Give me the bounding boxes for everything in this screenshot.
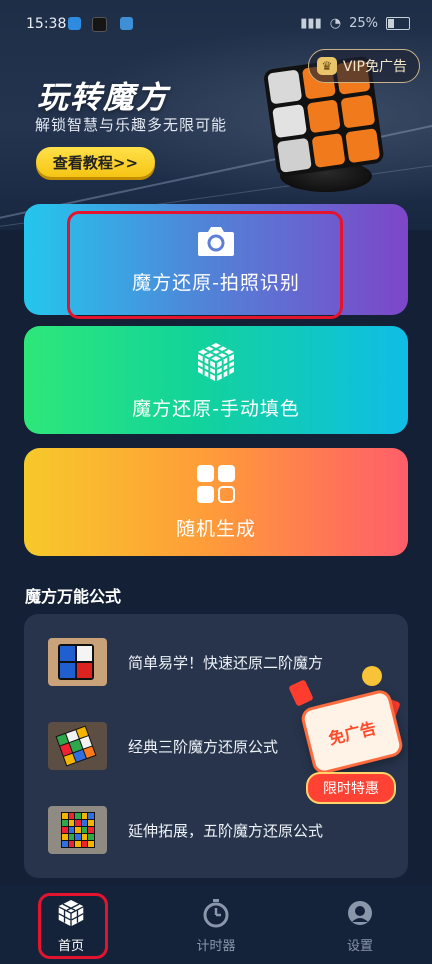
manual-fill-card[interactable]: 魔方还原-手动填色 [24,326,408,434]
coin-icon [362,666,382,686]
cube-icon [194,340,238,384]
bottom-tab-bar: 首页 计时器 设置 [0,885,432,964]
view-tutorial-button[interactable]: 查看教程>> [36,147,155,177]
crown-icon: ♛ [316,57,337,75]
settings-icon [345,898,375,928]
formula-item-label: 经典三阶魔方还原公式 [128,737,279,756]
cube-3x3-thumbnail [48,722,107,770]
formula-section-title: 魔方万能公式 [25,587,122,606]
signal-icon: ▮▮▮ [300,16,322,31]
tab-settings-label: 设置 [346,939,373,954]
hero-subtitle: 解锁智慧与乐趣多无限可能 [35,116,228,134]
red-envelope-icon [288,679,314,707]
wifi-icon: ◔ [329,16,342,31]
app-notification-icon [68,17,81,30]
manual-fill-label: 魔方还原-手动填色 [132,397,300,420]
random-generate-card[interactable]: 随机生成 [24,448,408,556]
vip-button-label: VIP免广告 [342,59,407,75]
status-indicators: ▮▮▮ ◔ 25% [300,16,410,31]
formula-item-label: 延伸拓展，五阶魔方还原公式 [128,821,324,840]
highlight-annotation [67,211,343,319]
status-time: 15:38 [26,16,67,32]
grid-icon [196,464,236,504]
app-notification-icon [120,17,133,30]
limited-offer-promo[interactable]: 免广告 限时特惠 [284,660,410,806]
tab-timer-label: 计时器 [196,939,236,954]
battery-icon [386,17,410,30]
promo-badge: 免广告 [299,687,405,777]
tab-timer[interactable]: 计时器 [161,885,271,964]
random-generate-label: 随机生成 [175,517,256,540]
tab-settings[interactable]: 设置 [305,885,415,964]
vip-remove-ads-button[interactable]: ♛ VIP免广告 [307,49,420,83]
status-bar: 15:38 ▮▮▮ ◔ 25% [0,0,432,48]
battery-percent: 25% [349,16,378,31]
stopwatch-icon [201,898,231,928]
promo-tag: 限时特惠 [306,772,396,804]
formula-item-5x5[interactable]: 延伸拓展，五阶魔方还原公式 [24,800,408,860]
cube-5x5-thumbnail [48,806,107,854]
highlight-annotation [38,893,108,959]
hero-title: 玩转魔方 [37,80,169,116]
cube-2x2-thumbnail [48,638,107,686]
tiktok-notification-icon [92,17,107,32]
